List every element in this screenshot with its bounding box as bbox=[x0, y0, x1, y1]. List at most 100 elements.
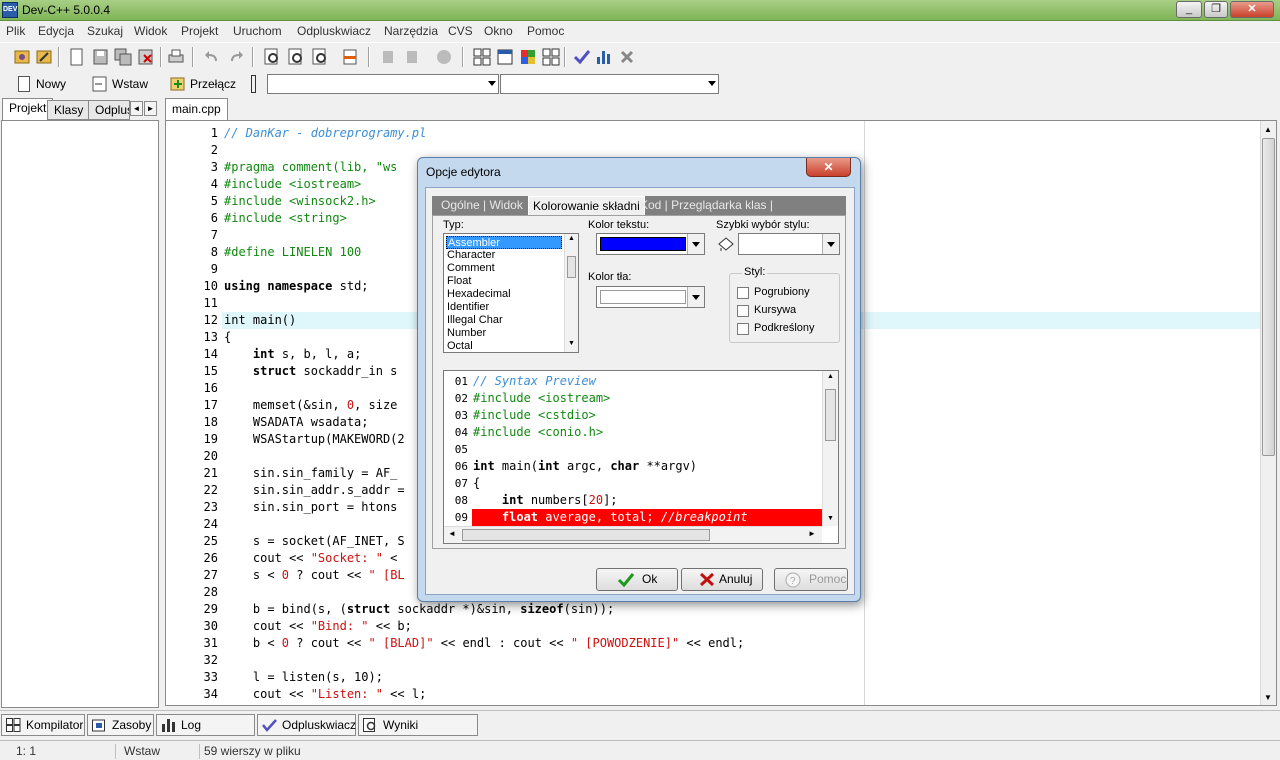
tab-projekt[interactable]: Projekt bbox=[2, 98, 54, 120]
scroll-right-icon[interactable]: ► bbox=[808, 529, 816, 538]
new-file-icon[interactable] bbox=[66, 47, 86, 67]
profile-icon[interactable] bbox=[594, 47, 614, 67]
preview-vertical-scrollbar[interactable]: ▲ ▼ bbox=[822, 371, 838, 526]
project-tree[interactable] bbox=[1, 120, 159, 708]
type-item[interactable]: Number bbox=[446, 327, 562, 340]
scroll-down-icon[interactable]: ▼ bbox=[827, 515, 834, 522]
menu-cvs[interactable]: CVS bbox=[448, 24, 473, 38]
close-file-icon[interactable] bbox=[136, 47, 156, 67]
quick-style-combo[interactable] bbox=[738, 233, 840, 255]
menu-uruchom[interactable]: Uruchom bbox=[233, 24, 282, 38]
preview-horizontal-scrollbar[interactable]: ◄ ► bbox=[444, 526, 822, 543]
type-item[interactable]: Comment bbox=[446, 262, 562, 275]
type-list[interactable]: Assembler Character Comment Float Hexade… bbox=[443, 233, 579, 353]
type-item[interactable]: Assembler bbox=[446, 236, 562, 249]
tab-log-kompilacji[interactable]: Log kompilacji bbox=[156, 714, 255, 752]
insert-button[interactable]: Wstaw bbox=[90, 73, 156, 95]
type-item[interactable]: Illegal Char bbox=[446, 314, 562, 327]
scroll-down-icon[interactable]: ▼ bbox=[1264, 693, 1272, 702]
type-item[interactable]: Octal bbox=[446, 340, 562, 353]
goto-line-icon[interactable] bbox=[340, 47, 360, 67]
preview-hscroll-thumb[interactable] bbox=[462, 529, 710, 541]
toggle-button[interactable]: Przełącz bbox=[168, 73, 248, 95]
ok-button[interactable]: Ok bbox=[596, 568, 678, 591]
tab-general-view[interactable]: Ogólne | Widok bbox=[437, 197, 527, 214]
tab-wyniki-poszukiwan[interactable]: Wyniki poszukiwań bbox=[358, 714, 478, 752]
open-project-icon[interactable] bbox=[12, 47, 32, 67]
type-item[interactable]: Character bbox=[446, 249, 562, 262]
menu-edycja[interactable]: Edycja bbox=[38, 24, 74, 38]
menu-odpluskwiacz[interactable]: Odpluskwiacz bbox=[297, 24, 371, 38]
italic-checkbox[interactable] bbox=[737, 305, 749, 317]
editor-tab-main-cpp[interactable]: main.cpp bbox=[165, 98, 228, 120]
tab-scroll-left-icon[interactable]: ◄ bbox=[130, 101, 143, 116]
tab-syntax-coloring[interactable]: Kolorowanie składni bbox=[528, 196, 645, 215]
preview-line-number: 08 bbox=[454, 494, 468, 507]
print-icon[interactable] bbox=[166, 47, 186, 67]
menu-plik[interactable]: Plik bbox=[6, 24, 25, 38]
tab-odpluskwiacz-bottom[interactable]: Odpluskwiacz bbox=[257, 714, 356, 736]
debug-icon[interactable] bbox=[572, 47, 592, 67]
tab-zasoby[interactable]: Zasoby bbox=[87, 714, 154, 736]
menu-okno[interactable]: Okno bbox=[484, 24, 513, 38]
type-list-scroll-thumb[interactable] bbox=[567, 256, 576, 278]
chevron-down-icon[interactable] bbox=[822, 234, 839, 254]
type-item[interactable]: Hexadecimal bbox=[446, 288, 562, 301]
quick-style-label: Szybki wybór stylu: bbox=[716, 219, 810, 231]
editor-scroll-thumb[interactable] bbox=[1262, 138, 1275, 456]
chevron-down-icon[interactable] bbox=[687, 287, 704, 307]
run-icon[interactable] bbox=[495, 47, 515, 67]
class-combo[interactable] bbox=[267, 74, 499, 94]
find-next-icon[interactable] bbox=[310, 47, 330, 67]
minimize-icon[interactable]: _ bbox=[1176, 1, 1202, 18]
undo-icon[interactable] bbox=[202, 47, 222, 67]
scroll-left-icon[interactable]: ◄ bbox=[448, 529, 456, 538]
compile-run-icon[interactable] bbox=[518, 47, 538, 67]
cancel-button[interactable]: Anuluj bbox=[681, 568, 763, 591]
type-item[interactable]: Identifier bbox=[446, 301, 562, 314]
save-icon[interactable] bbox=[90, 47, 110, 67]
close-icon[interactable]: ✕ bbox=[1230, 1, 1274, 18]
maximize-icon[interactable]: ❐ bbox=[1204, 1, 1228, 18]
replace-icon[interactable] bbox=[286, 47, 306, 67]
toggle-comment-icon[interactable] bbox=[434, 47, 454, 67]
type-list-scrollbar[interactable]: ▲ ▼ bbox=[564, 234, 578, 352]
save-all-icon[interactable] bbox=[113, 47, 133, 67]
menu-narzedzia[interactable]: Narzędzia bbox=[384, 24, 438, 38]
menu-widok[interactable]: Widok bbox=[134, 24, 167, 38]
tab-kompilator[interactable]: Kompilator bbox=[1, 714, 85, 736]
menu-projekt[interactable]: Projekt bbox=[181, 24, 218, 38]
stop-execution-icon[interactable] bbox=[617, 47, 637, 67]
bg-color-combo[interactable] bbox=[596, 286, 705, 308]
dialog-close-icon[interactable]: ✕ bbox=[806, 158, 851, 177]
rebuild-icon[interactable] bbox=[541, 47, 561, 67]
bold-checkbox[interactable] bbox=[737, 287, 749, 299]
new-button[interactable]: Nowy bbox=[14, 73, 76, 95]
project-options-icon[interactable] bbox=[34, 47, 54, 67]
scroll-up-icon[interactable]: ▲ bbox=[1264, 125, 1272, 134]
syntax-preview[interactable]: 01 // Syntax Preview 02 #include <iostream>… bbox=[443, 370, 839, 544]
tab-scroll-right-icon[interactable]: ► bbox=[144, 101, 157, 116]
scroll-up-icon[interactable]: ▲ bbox=[568, 235, 575, 242]
type-item[interactable]: Float bbox=[446, 275, 562, 288]
compile-icon[interactable] bbox=[472, 47, 492, 67]
redo-icon[interactable] bbox=[226, 47, 246, 67]
tab-code-classbrowser[interactable]: Kod | Przeglądarka klas | bbox=[636, 197, 777, 214]
scroll-down-icon[interactable]: ▼ bbox=[568, 340, 575, 347]
chevron-down-icon[interactable] bbox=[687, 234, 704, 254]
member-combo[interactable] bbox=[500, 74, 719, 94]
line-number: 10 bbox=[203, 279, 218, 293]
type-label: Typ: bbox=[443, 219, 464, 231]
menu-szukaj[interactable]: Szukaj bbox=[87, 24, 123, 38]
scroll-up-icon[interactable]: ▲ bbox=[827, 373, 834, 380]
tab-klasy[interactable]: Klasy bbox=[47, 100, 91, 120]
help-button[interactable]: ? Pomoc bbox=[774, 568, 848, 591]
preview-scroll-thumb[interactable] bbox=[825, 389, 836, 441]
underline-checkbox[interactable] bbox=[737, 323, 749, 335]
unindent-icon[interactable] bbox=[402, 47, 422, 67]
tab-odpluskwiacz[interactable]: Odplus bbox=[88, 100, 130, 120]
menu-pomoc[interactable]: Pomoc bbox=[527, 24, 564, 38]
text-color-combo[interactable] bbox=[596, 233, 705, 255]
find-icon[interactable] bbox=[262, 47, 282, 67]
indent-icon[interactable] bbox=[378, 47, 398, 67]
